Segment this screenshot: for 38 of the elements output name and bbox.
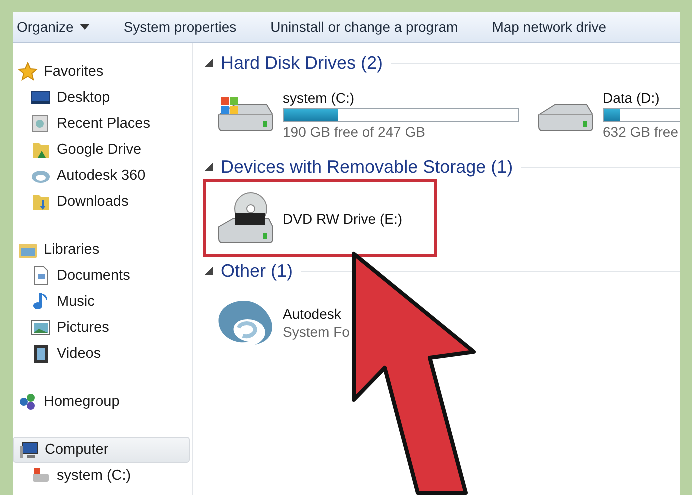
drive-detail: 632 GB free: [603, 124, 680, 140]
drive-detail: System Fo: [283, 324, 350, 340]
group-heading: Other (1): [221, 260, 294, 282]
network-icon: [18, 392, 38, 412]
group-heading: Hard Disk Drives (2): [221, 52, 384, 74]
nav-item[interactable]: Libraries: [13, 237, 192, 263]
nav-item[interactable]: Downloads: [13, 189, 192, 215]
nav-item[interactable]: Homegroup: [13, 389, 192, 415]
nav-item[interactable]: Computer: [13, 437, 190, 463]
star-icon: [18, 62, 38, 82]
drive-name[interactable]: Data (D:): [603, 90, 680, 106]
expand-arrow-icon[interactable]: [205, 163, 213, 171]
nav-item[interactable]: Videos: [13, 341, 192, 367]
nav-item[interactable]: Recent Places: [13, 111, 192, 137]
drive-detail: 190 GB free of 247 GB: [283, 124, 426, 140]
nav-item[interactable]: Google Drive: [13, 137, 192, 163]
toolbar-button[interactable]: Uninstall or change a program: [270, 15, 472, 39]
toolbar-button[interactable]: Organize: [17, 15, 104, 39]
folder-icon: [31, 192, 51, 212]
drive-name[interactable]: Autodesk: [283, 306, 350, 322]
expand-arrow-icon[interactable]: [205, 267, 213, 275]
computer-icon: [19, 440, 39, 460]
group-heading: Devices with Removable Storage (1): [221, 156, 514, 178]
drive-name[interactable]: DVD RW Drive (E:): [283, 211, 403, 227]
nav-item[interactable]: system (C:): [13, 463, 192, 489]
toolbar-button[interactable]: Map network drive: [492, 15, 621, 39]
toolbar-button[interactable]: System properties: [124, 15, 251, 39]
folder-icon: [31, 140, 51, 160]
nav-item[interactable]: Favorites: [13, 59, 192, 85]
film-icon: [31, 344, 51, 364]
picture-icon: [31, 318, 51, 338]
nav-item[interactable]: Desktop: [13, 85, 192, 111]
nav-item[interactable]: Documents: [13, 263, 192, 289]
expand-arrow-icon[interactable]: [205, 59, 213, 67]
nav-item[interactable]: Autodesk 360: [13, 163, 192, 189]
nav-item[interactable]: Pictures: [13, 315, 192, 341]
nav-item[interactable]: Music: [13, 289, 192, 315]
drive-name[interactable]: system (C:): [283, 90, 519, 106]
